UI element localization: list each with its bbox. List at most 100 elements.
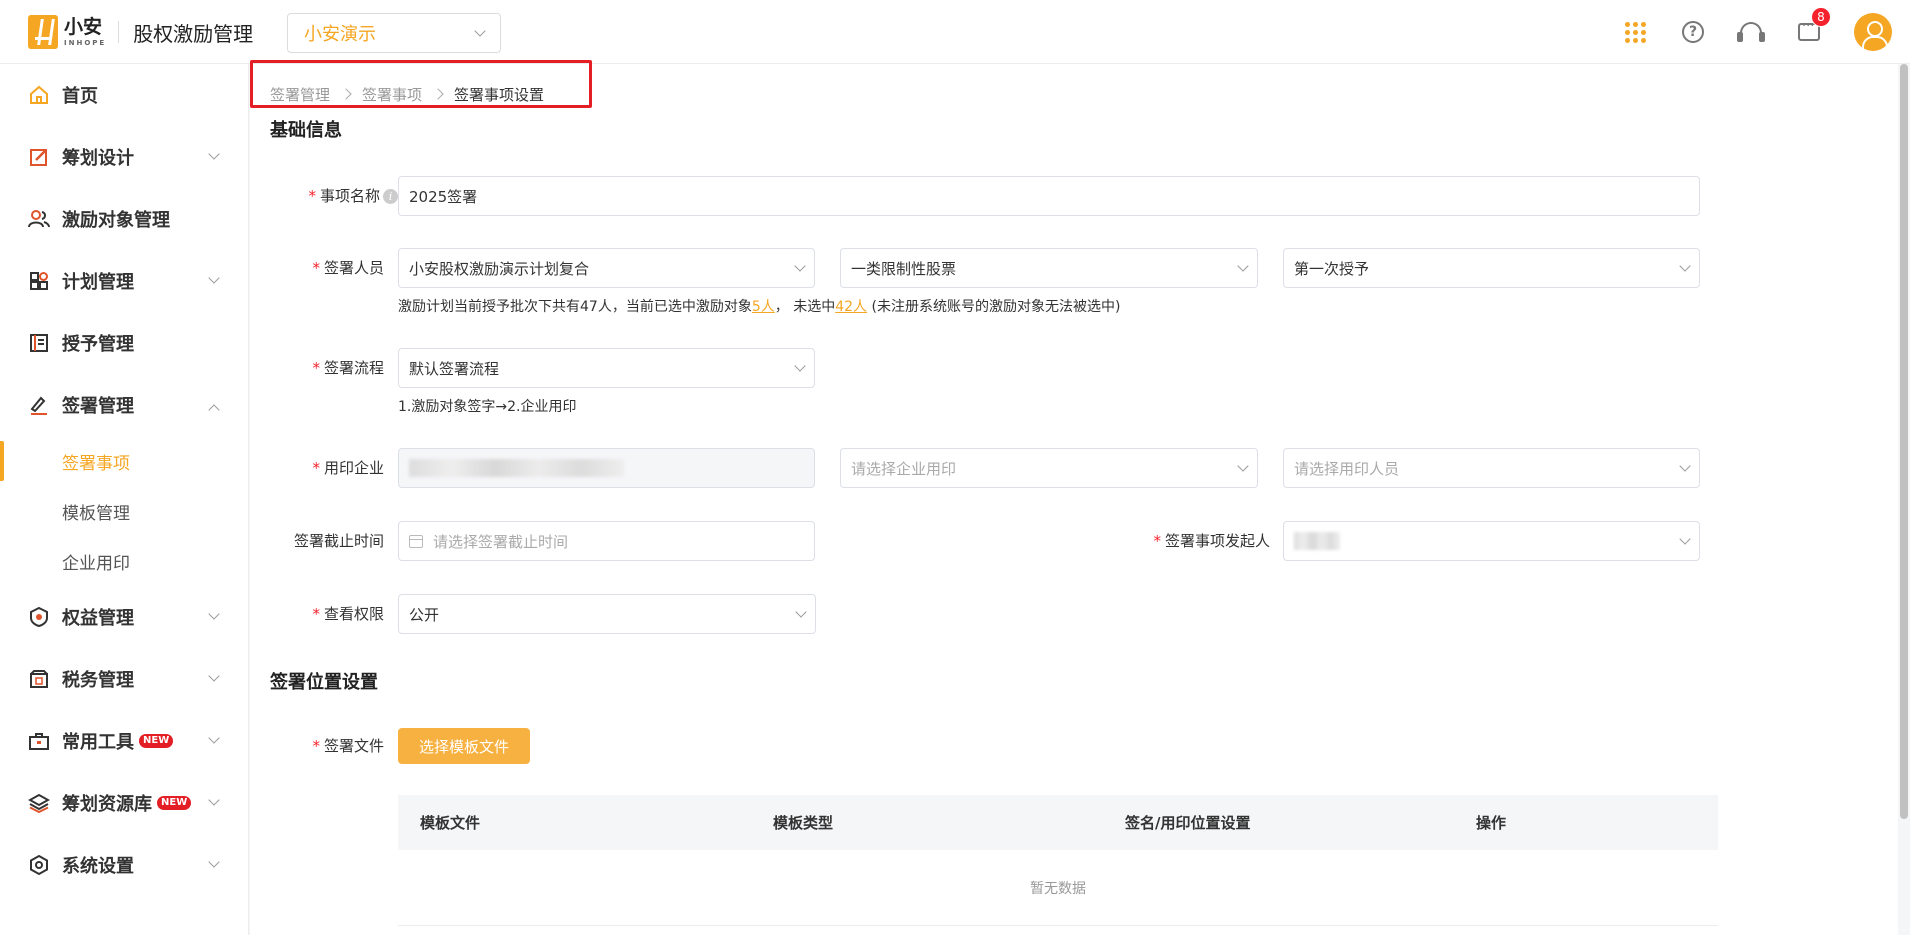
permission-value: 公开 (409, 605, 440, 624)
chevron-down-icon (1679, 460, 1691, 472)
new-badge: NEW (139, 734, 174, 748)
headset-icon (1737, 22, 1765, 42)
breadcrumb-highlight-box (250, 60, 592, 108)
messages-button[interactable]: 8 (1792, 7, 1831, 49)
unselected-count-link[interactable]: 42人 (835, 299, 867, 315)
column-header-template-file: 模板文件 (420, 814, 481, 832)
chevron-down-icon (208, 670, 220, 682)
signers-plan-select[interactable]: 小安股权激励演示计划复合 (398, 248, 815, 288)
calendar-icon (409, 534, 423, 548)
column-header-template-type: 模板类型 (773, 814, 834, 832)
item-name-label: * 事项名称 i (270, 176, 398, 216)
signers-label: * 签署人员 (312, 259, 384, 277)
empty-text: 暂无数据 (1030, 880, 1086, 897)
sidebar-item-label: 签署管理 (62, 396, 134, 417)
initiator-select[interactable] (1283, 521, 1700, 561)
logo[interactable]: 小安 INHOPE 股权激励管理 (28, 14, 253, 50)
sidebar-item-label: 权益管理 (62, 608, 134, 629)
section-title-basic-info: 基础信息 (270, 120, 342, 141)
sidebar-item-home[interactable]: 首页 (0, 64, 248, 126)
info-icon[interactable]: i (383, 189, 398, 204)
sidebar-subitem-templates[interactable]: 模板管理 (0, 486, 248, 536)
logo-mark-icon (28, 15, 58, 49)
deadline-placeholder: 请选择签署截止时间 (433, 532, 569, 551)
chevron-down-icon (1237, 460, 1249, 472)
sidebar-subitem-signing-items[interactable]: 签署事项 (0, 436, 248, 486)
deadline-label: 签署截止时间 (293, 532, 384, 550)
apps-button[interactable] (1618, 15, 1652, 49)
flow-value: 默认签署流程 (409, 359, 500, 378)
permission-label: * 查看权限 (312, 605, 384, 623)
seal-company-input (398, 448, 815, 488)
user-avatar-icon[interactable] (1854, 13, 1892, 51)
sidebar-item-incentive-targets[interactable]: 激励对象管理 (0, 188, 248, 250)
signers-type-select[interactable]: 一类限制性股票 (840, 248, 1258, 288)
sidebar-item-resources[interactable]: 筹划资源库 NEW (0, 772, 248, 834)
sidebar-item-label: 税务管理 (62, 670, 134, 691)
chevron-down-icon (208, 272, 220, 284)
apps-grid-icon (1624, 21, 1646, 43)
sidebar-item-equity[interactable]: 权益管理 (0, 586, 248, 648)
sidebar-item-settings[interactable]: 系统设置 (0, 834, 248, 896)
sidebar-item-tools[interactable]: 常用工具 NEW (0, 710, 248, 772)
item-name-value: 2025签署 (409, 187, 478, 206)
redacted-value (1294, 532, 1340, 550)
chevron-down-icon (1237, 260, 1249, 272)
seal-select-placeholder: 请选择企业用印 (851, 459, 957, 478)
top-header: 小安 INHOPE 股权激励管理 小安演示 ? 8 (0, 0, 1910, 64)
column-header-position-settings: 签名/用印位置设置 (1125, 814, 1251, 832)
logo-subtitle: INHOPE (64, 38, 107, 47)
help-icon: ? (1682, 21, 1704, 43)
selected-count-link[interactable]: 5人 (752, 299, 775, 315)
table-header: 模板文件 模板类型 签名/用印位置设置 操作 (398, 795, 1718, 850)
customer-service-button[interactable] (1734, 15, 1768, 49)
chevron-down-icon (1679, 533, 1691, 545)
seal-person-placeholder: 请选择用印人员 (1294, 459, 1400, 478)
users-icon (28, 210, 50, 228)
settings-icon (30, 854, 48, 876)
chevron-down-icon (208, 608, 220, 620)
layers-icon (28, 793, 50, 814)
company-select[interactable]: 小安演示 (287, 13, 501, 53)
sidebar-item-grants[interactable]: 授予管理 (0, 312, 248, 374)
edit-icon (30, 149, 47, 166)
company-select-value: 小安演示 (304, 24, 376, 45)
flow-hint: 1.激励对象签字→2.企业用印 (398, 399, 577, 415)
chevron-down-icon (794, 260, 806, 272)
chevron-down-icon (794, 360, 806, 372)
sidebar-item-plans[interactable]: 计划管理 (0, 250, 248, 312)
column-header-actions: 操作 (1476, 814, 1507, 832)
sidebar-item-tax[interactable]: 税务管理 (0, 648, 248, 710)
seal-select[interactable]: 请选择企业用印 (840, 448, 1258, 488)
sidebar-item-label: 筹划设计 (62, 148, 134, 169)
vertical-scrollbar[interactable] (1900, 64, 1908, 819)
seal-company-label: * 用印企业 (312, 459, 384, 477)
help-button[interactable]: ? (1676, 15, 1710, 49)
flow-select[interactable]: 默认签署流程 (398, 348, 815, 388)
sidebar-item-label: 筹划资源库 (62, 794, 152, 815)
chevron-down-icon (1679, 260, 1691, 272)
book-icon (30, 334, 48, 352)
new-badge: NEW (157, 796, 192, 810)
sidebar-item-label: 授予管理 (62, 334, 134, 355)
deadline-date-picker[interactable]: 请选择签署截止时间 (398, 521, 815, 561)
signers-hint: 激励计划当前授予批次下共有47人，当前已选中激励对象5人， 未选中42人 (未注… (398, 299, 1121, 315)
logo-divider (118, 21, 120, 43)
notification-badge: 8 (1811, 7, 1831, 27)
flow-label: * 签署流程 (312, 359, 384, 377)
select-template-button[interactable]: 选择模板文件 (398, 728, 530, 764)
item-name-input[interactable]: 2025签署 (398, 176, 1700, 216)
sidebar-item-signing[interactable]: 签署管理 (0, 374, 248, 436)
redacted-value (409, 459, 624, 477)
chevron-down-icon (795, 606, 807, 618)
permission-select[interactable]: 公开 (398, 594, 816, 634)
sidebar-item-planning[interactable]: 筹划设计 (0, 126, 248, 188)
sidebar-subitem-company-seal[interactable]: 企业用印 (0, 536, 248, 586)
seal-person-select[interactable]: 请选择用印人员 (1283, 448, 1700, 488)
sidebar-item-label: 常用工具 (62, 732, 134, 753)
sign-icon (30, 396, 47, 415)
grid-icon (30, 272, 48, 290)
signers-batch-select[interactable]: 第一次授予 (1283, 248, 1700, 288)
logo-name: 小安 (64, 15, 103, 38)
chevron-down-icon (208, 148, 220, 160)
